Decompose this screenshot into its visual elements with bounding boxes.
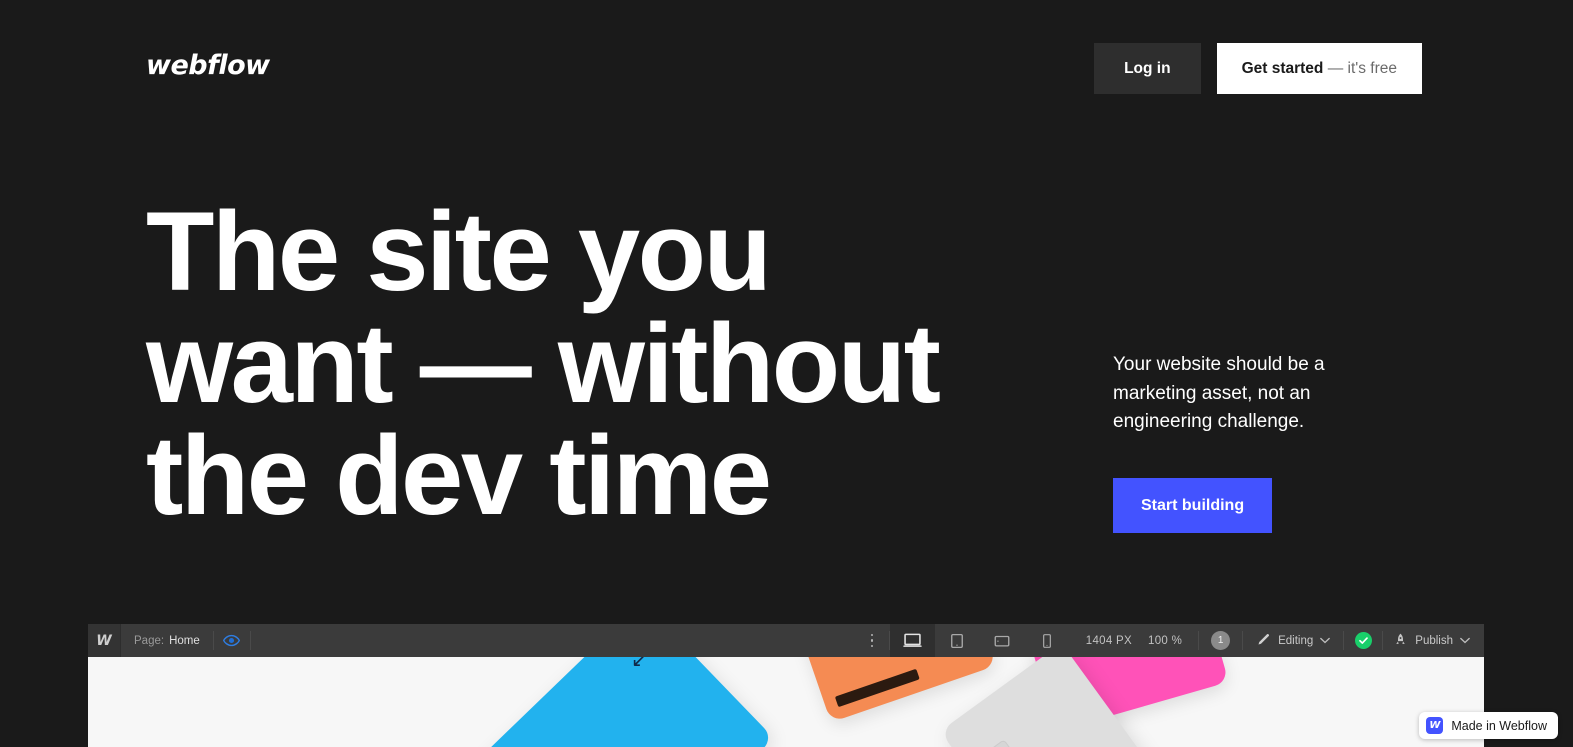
check-circle-icon[interactable] [1344,624,1382,657]
avatar-count: 1 [1211,631,1231,650]
editor-canvas[interactable]: MEMBER SINCE VALID THRU 0000 VISA ↙ G [88,657,1484,747]
desktop-icon[interactable] [889,624,935,657]
webflow-logo[interactable]: webflow [146,50,270,81]
toolbar-right-group: 1 Editing Publish [1198,624,1484,657]
hero-side-column: Your website should be a marketing asset… [1113,351,1363,533]
orange-card-stripe [834,668,920,708]
status-badge [1354,632,1372,649]
hero-heading-line-2: want — without [146,301,941,426]
arrow-down-left-icon: ↙ [631,657,648,672]
visa-card-chip [983,739,1016,747]
hero-heading-line-3: the dev time [146,413,772,538]
rocket-icon [1393,632,1408,650]
editing-mode-label: Editing [1278,634,1314,647]
login-button[interactable]: Log in [1094,43,1201,94]
webflow-editor-panel: W Page: Home 1404 PX 100 % 1 Editing Pub… [88,624,1484,747]
chevron-down-icon [1320,635,1331,647]
editor-toolbar: W Page: Home 1404 PX 100 % 1 Editing Pub… [88,624,1484,657]
canvas-width-value[interactable]: 1404 PX [1086,635,1132,647]
editing-mode-button[interactable]: Editing [1243,624,1343,657]
vertical-dots-icon[interactable] [855,624,889,657]
pencil-icon [1256,632,1271,650]
get-started-label: Get started [1241,60,1324,77]
chevron-down-icon-publish [1460,635,1470,647]
nav-actions: Log in Get started — it's free [1094,43,1422,94]
webflow-mark-button[interactable]: W [88,624,121,657]
hero-subtext: Your website should be a marketing asset… [1113,354,1325,432]
hero-heading: The site you want — without the dev time [146,196,1006,532]
page-selector-value: Home [169,634,200,647]
avatar[interactable]: 1 [1199,624,1242,657]
get-started-subtitle: — it's free [1327,60,1397,77]
made-in-webflow-label: Made in Webflow [1451,718,1547,733]
tablet-landscape-icon[interactable] [980,624,1025,657]
page-selector[interactable]: Page: Home [121,624,213,657]
cyan-card: ↙ G [426,657,774,747]
mobile-icon[interactable] [1025,624,1070,657]
page-selector-label: Page: [134,634,165,647]
get-started-button[interactable]: Get started — it's free [1216,43,1422,94]
publish-button[interactable]: Publish [1383,624,1484,657]
start-building-button[interactable]: Start building [1113,477,1273,533]
top-navigation: webflow Log in Get started — it's free [0,0,1573,140]
hero-heading-line-1: The site you [146,189,772,314]
tablet-icon[interactable] [935,624,980,657]
webflow-badge-icon: W [1426,717,1444,734]
made-in-webflow-badge[interactable]: W Made in Webflow [1419,712,1558,739]
device-breakpoints [889,624,1070,657]
publish-label: Publish [1415,634,1453,647]
zoom-level-value[interactable]: 100 % [1148,635,1182,647]
canvas-size-info: 1404 PX 100 % [1070,624,1198,657]
eye-icon[interactable] [214,624,250,657]
